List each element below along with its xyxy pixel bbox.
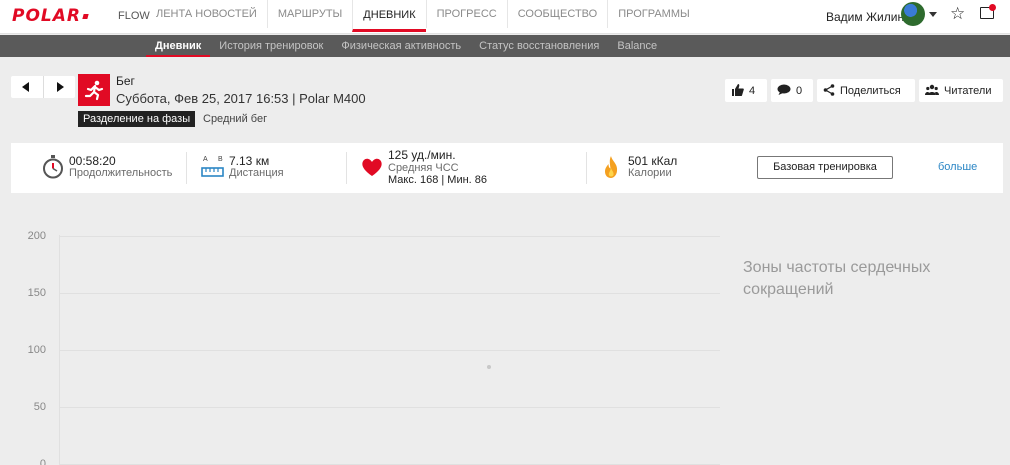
star-icon[interactable]: ☆ — [950, 4, 965, 24]
chart-point — [487, 365, 491, 369]
phase-badge: Разделение на фазы — [78, 111, 196, 127]
calories-value: 501 кКал — [628, 154, 678, 168]
nav-item-feed[interactable]: ЛЕНТА НОВОСТЕЙ — [146, 0, 267, 28]
main-nav: ЛЕНТА НОВОСТЕЙ МАРШРУТЫ ДНЕВНИК ПРОГРЕСС… — [146, 0, 700, 34]
share-button[interactable]: Поделиться — [817, 79, 915, 102]
base-training-button[interactable]: Базовая тренировка — [757, 156, 893, 179]
share-label: Поделиться — [840, 84, 901, 97]
like-button[interactable]: 4 — [725, 79, 767, 102]
duration-label: Продолжительность — [69, 167, 173, 179]
comment-button[interactable]: 0 — [771, 79, 813, 102]
arrow-left-icon — [22, 82, 29, 92]
polar-logo[interactable]: POLAR — [12, 6, 89, 26]
gridline — [59, 350, 720, 351]
comment-count: 0 — [796, 84, 803, 97]
hr-label: Средняя ЧСС — [388, 162, 459, 174]
logo-mark — [82, 13, 89, 19]
comment-icon — [777, 84, 791, 97]
session-date: Суббота, Фев 25, 2017 16:53 | Polar M400 — [116, 91, 366, 106]
nav-item-community[interactable]: СООБЩЕСТВО — [506, 0, 608, 28]
subnav-item-recovery[interactable]: Статус восстановления — [470, 35, 608, 57]
y-axis-line — [59, 235, 60, 465]
nav-item-programs[interactable]: ПРОГРАММЫ — [607, 0, 700, 28]
subnav-item-activity[interactable]: Физическая активность — [332, 35, 470, 57]
duration-value: 00:58:20 — [69, 154, 116, 168]
heart-icon — [361, 157, 383, 182]
next-session-button[interactable] — [43, 76, 75, 98]
stopwatch-icon — [42, 155, 64, 184]
subnav-item-balance[interactable]: Balance — [608, 35, 666, 57]
share-icon — [823, 83, 835, 98]
subnav-item-history[interactable]: История тренировок — [210, 35, 332, 57]
gridline — [59, 236, 720, 237]
hr-zones-title: Зоны частоты сердечных сокращений — [743, 259, 931, 298]
y-tick-label: 100 — [27, 344, 46, 356]
running-person-icon — [78, 74, 110, 106]
y-tick-label: 0 — [39, 458, 46, 465]
y-tick-label: 200 — [27, 230, 46, 242]
hr-value: 125 уд./мин. — [388, 148, 456, 162]
divider — [186, 152, 187, 184]
divider — [586, 152, 587, 184]
session-navigation — [11, 76, 75, 98]
top-navigation: POLAR FLOW ЛЕНТА НОВОСТЕЙ МАРШРУТЫ ДНЕВН… — [0, 0, 1010, 34]
arrow-right-icon — [57, 82, 64, 92]
like-count: 4 — [749, 84, 756, 97]
chevron-down-icon[interactable] — [929, 12, 937, 17]
distance-label: Дистанция — [229, 167, 284, 179]
thumbs-up-icon — [731, 83, 744, 98]
nav-item-routes[interactable]: МАРШРУТЫ — [266, 0, 352, 28]
more-link[interactable]: больше — [938, 161, 977, 173]
gridline — [59, 293, 720, 294]
ruler-icon: A B — [201, 156, 225, 180]
calories-label: Калории — [628, 167, 672, 179]
flow-label: FLOW — [118, 10, 150, 22]
readers-label: Читатели — [944, 84, 992, 97]
point-a-label: A — [203, 156, 208, 163]
phase-name: Средний бег — [203, 113, 268, 125]
nav-item-diary[interactable]: ДНЕВНИК — [352, 0, 426, 32]
user-name[interactable]: Вадим Жилин — [826, 10, 904, 24]
distance-value: 7.13 км — [229, 154, 270, 168]
flame-icon — [603, 155, 619, 184]
subnav-item-diary[interactable]: Дневник — [146, 35, 211, 57]
readers-button[interactable]: Читатели — [919, 79, 1003, 102]
sport-name: Бег — [116, 74, 135, 88]
y-tick-label: 50 — [33, 401, 46, 413]
y-tick-label: 150 — [27, 287, 46, 299]
nav-item-progress[interactable]: ПРОГРЕСС — [425, 0, 507, 28]
point-b-label: B — [218, 156, 223, 163]
avatar[interactable] — [901, 2, 925, 26]
logo-text: POLAR — [12, 6, 81, 26]
gridline — [59, 407, 720, 408]
people-icon — [925, 84, 939, 97]
divider — [346, 152, 347, 184]
previous-session-button[interactable] — [11, 76, 43, 98]
sub-navigation: Дневник История тренировок Физическая ак… — [0, 35, 1010, 57]
notification-badge — [989, 4, 996, 11]
hr-minmax: Макс. 168 | Мин. 86 — [388, 174, 488, 186]
